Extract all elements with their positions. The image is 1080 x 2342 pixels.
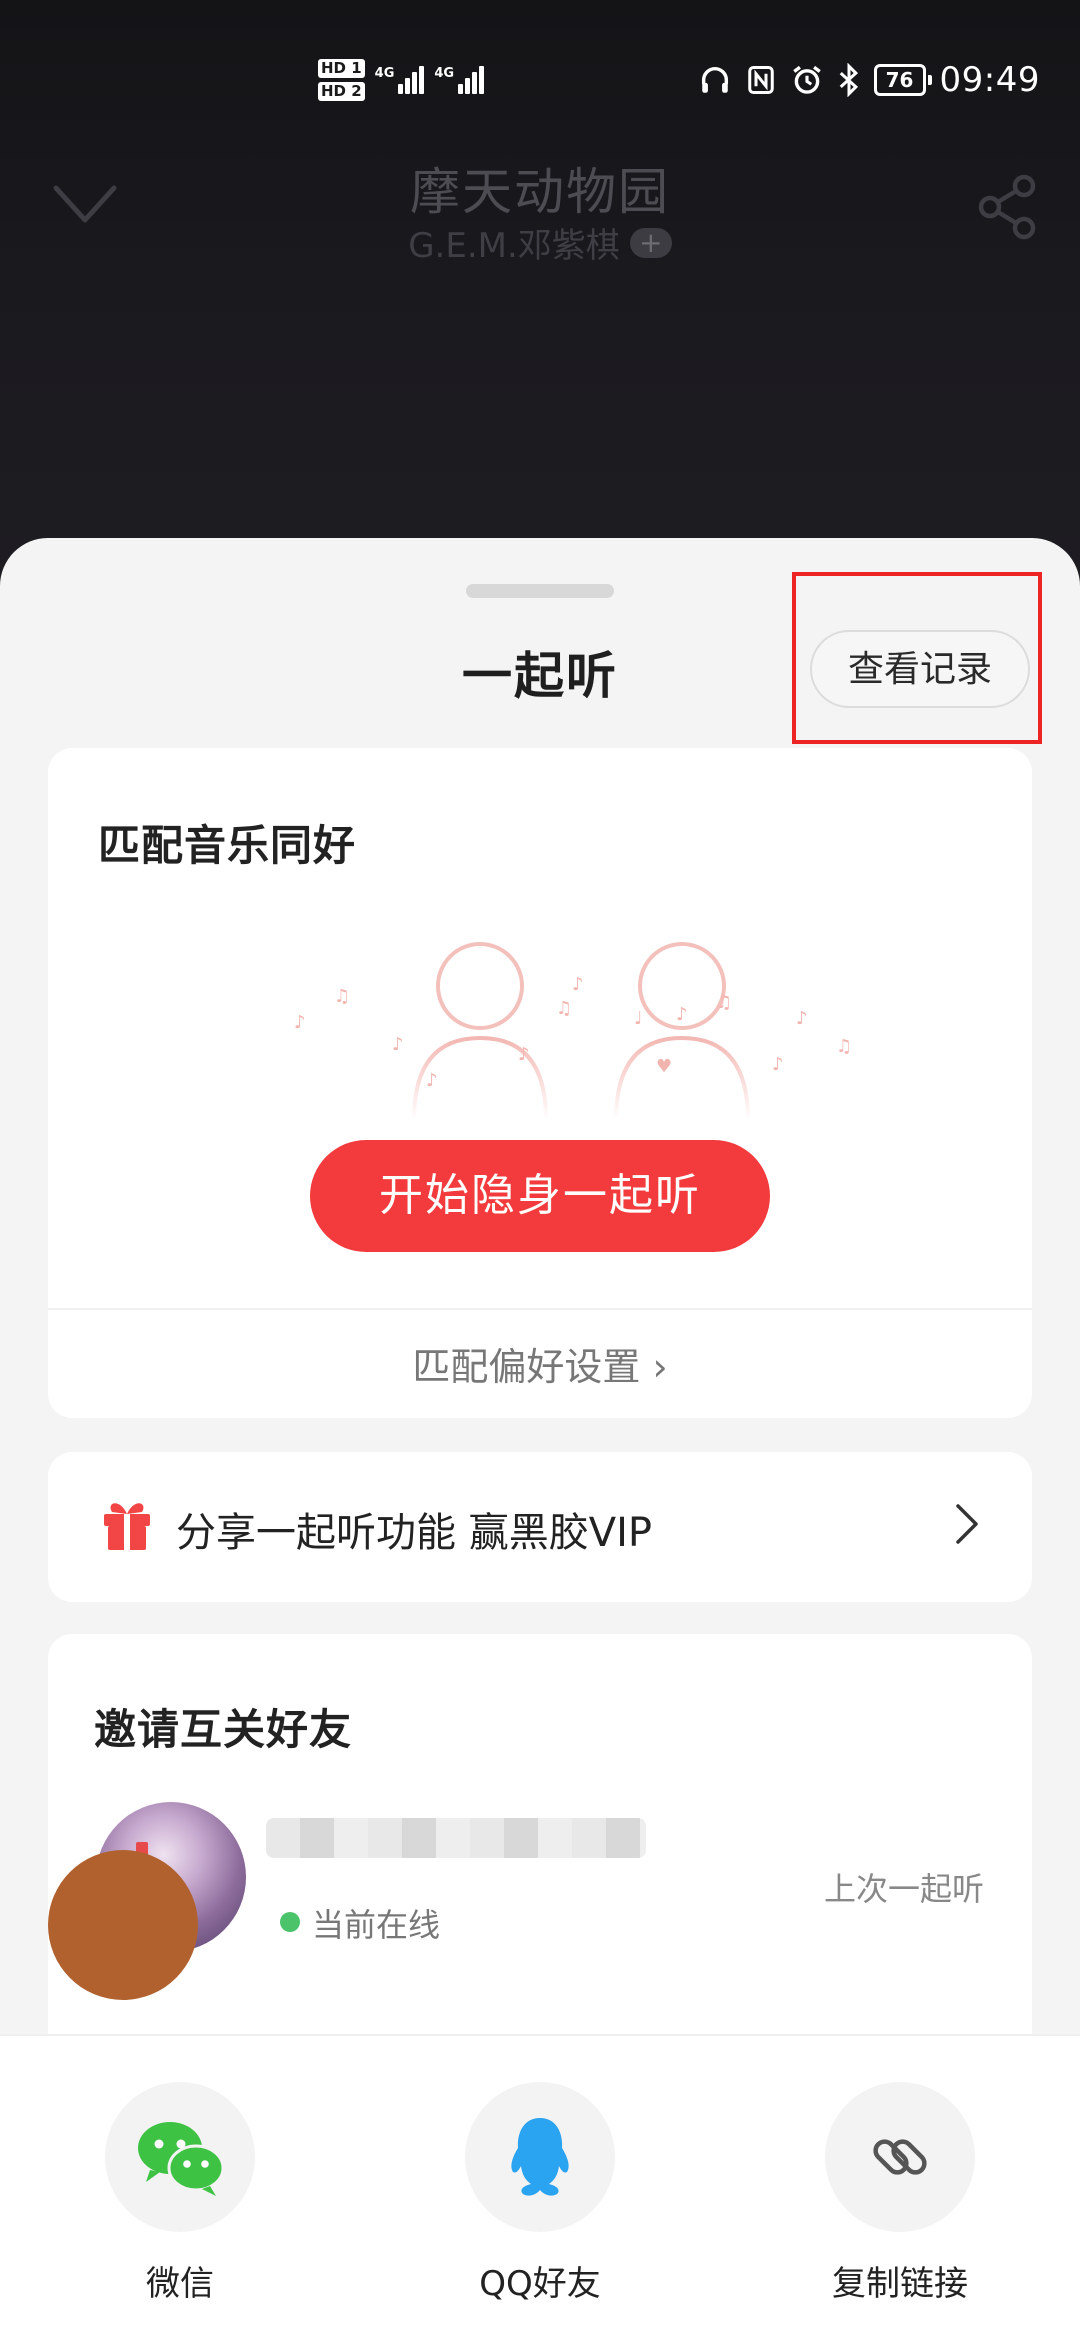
status-bar: HD 1 HD 2 4G 4G 76 09:49 xyxy=(0,40,1080,120)
signal-icon-2: 4G xyxy=(434,66,485,94)
svg-text:♫: ♫ xyxy=(716,992,732,1013)
hd1-badge: HD 1 xyxy=(318,59,365,78)
bluetooth-icon xyxy=(839,63,858,97)
nfc-icon xyxy=(747,66,774,94)
qq-button[interactable] xyxy=(465,2082,615,2232)
copy-link-label: 复制链接 xyxy=(832,2264,968,2304)
svg-text:♫: ♫ xyxy=(836,1036,852,1057)
gift-icon xyxy=(104,1503,150,1550)
headphones-icon xyxy=(701,67,728,93)
chevron-right-icon xyxy=(956,1504,978,1544)
match-preference-link[interactable]: 匹配偏好设置 › xyxy=(48,1336,1032,1391)
friend-name-blurred xyxy=(266,1818,646,1858)
svg-text:♪: ♪ xyxy=(518,1044,530,1065)
network-type-2: 4G xyxy=(434,66,455,81)
last-listen-label[interactable]: 上次一起听 xyxy=(824,1864,984,1910)
clock: 09:49 xyxy=(939,60,1040,100)
friend-online-status: 当前在线 xyxy=(312,1906,441,1944)
svg-text:♪: ♪ xyxy=(796,1008,808,1029)
alarm-icon xyxy=(792,65,821,94)
battery-level: 76 xyxy=(885,68,914,92)
svg-text:♪: ♪ xyxy=(294,1012,306,1033)
svg-text:♪: ♪ xyxy=(772,1054,784,1075)
wechat-button[interactable] xyxy=(105,2082,255,2232)
follow-button[interactable]: + xyxy=(629,227,672,258)
svg-text:♥: ♥ xyxy=(656,1056,672,1077)
artist-name[interactable]: G.E.M.邓紫棋 xyxy=(408,218,620,267)
match-card-title: 匹配音乐同好 xyxy=(98,821,357,870)
share-promo-text: 分享一起听功能 赢黑胶VIP xyxy=(176,1510,652,1556)
song-title: 摩天动物园 xyxy=(410,163,670,221)
qq-label: QQ好友 xyxy=(479,2264,601,2304)
svg-text:♫: ♫ xyxy=(334,986,350,1007)
artist-row: G.E.M.邓紫棋 + xyxy=(0,218,1080,267)
svg-text:♪: ♪ xyxy=(392,1034,404,1055)
sheet-drag-handle[interactable] xyxy=(466,584,614,598)
match-card: 匹配音乐同好 ♪ ♫ ♪ ♫ ♪ ♪ ♩ ♪ ♫ ♪ ♫ ♪ ♪ ♥ 开始隐身一起听 匹配偏好设置 xyxy=(48,748,1032,1418)
svg-text:♫: ♫ xyxy=(556,998,572,1019)
share-qq-option[interactable]: QQ好友 xyxy=(410,2082,670,2305)
share-icon[interactable] xyxy=(976,172,1040,242)
svg-text:♩: ♩ xyxy=(634,1008,643,1029)
svg-text:♪: ♪ xyxy=(426,1070,438,1091)
online-status-dot xyxy=(280,1912,300,1932)
copy-link-button[interactable] xyxy=(825,2082,975,2232)
share-promo-card[interactable]: 分享一起听功能 赢黑胶VIP xyxy=(48,1452,1032,1602)
qq-icon xyxy=(511,2118,569,2196)
signal-group: HD 1 HD 2 4G 4G xyxy=(318,52,485,108)
share-bar: 微信 QQ好友 复制链接 xyxy=(0,2034,1080,2342)
highlight-box xyxy=(792,572,1042,744)
copy-link-option[interactable]: 复制链接 xyxy=(770,2082,1030,2305)
divider xyxy=(48,1308,1032,1310)
start-invisible-listen-button[interactable]: 开始隐身一起听 xyxy=(310,1140,770,1252)
invite-card-title: 邀请互关好友 xyxy=(94,1705,353,1754)
svg-text:♪: ♪ xyxy=(572,974,584,995)
svg-text:♪: ♪ xyxy=(676,1004,688,1025)
two-listeners-illustration: ♪♫♪ ♫♪♪ ♩ ♪♫ ♪♫♪ ♪♥ xyxy=(294,942,852,1121)
share-wechat-option[interactable]: 微信 xyxy=(50,2082,310,2305)
network-type: 4G xyxy=(374,66,395,81)
friend-avatar-2[interactable] xyxy=(48,1850,198,2000)
hd2-badge: HD 2 xyxy=(318,82,365,101)
wechat-icon xyxy=(138,2122,225,2196)
signal-icon: 4G xyxy=(375,66,425,94)
wechat-label: 微信 xyxy=(146,2264,214,2304)
battery-icon: 76 xyxy=(873,64,932,96)
link-icon xyxy=(873,2139,927,2175)
